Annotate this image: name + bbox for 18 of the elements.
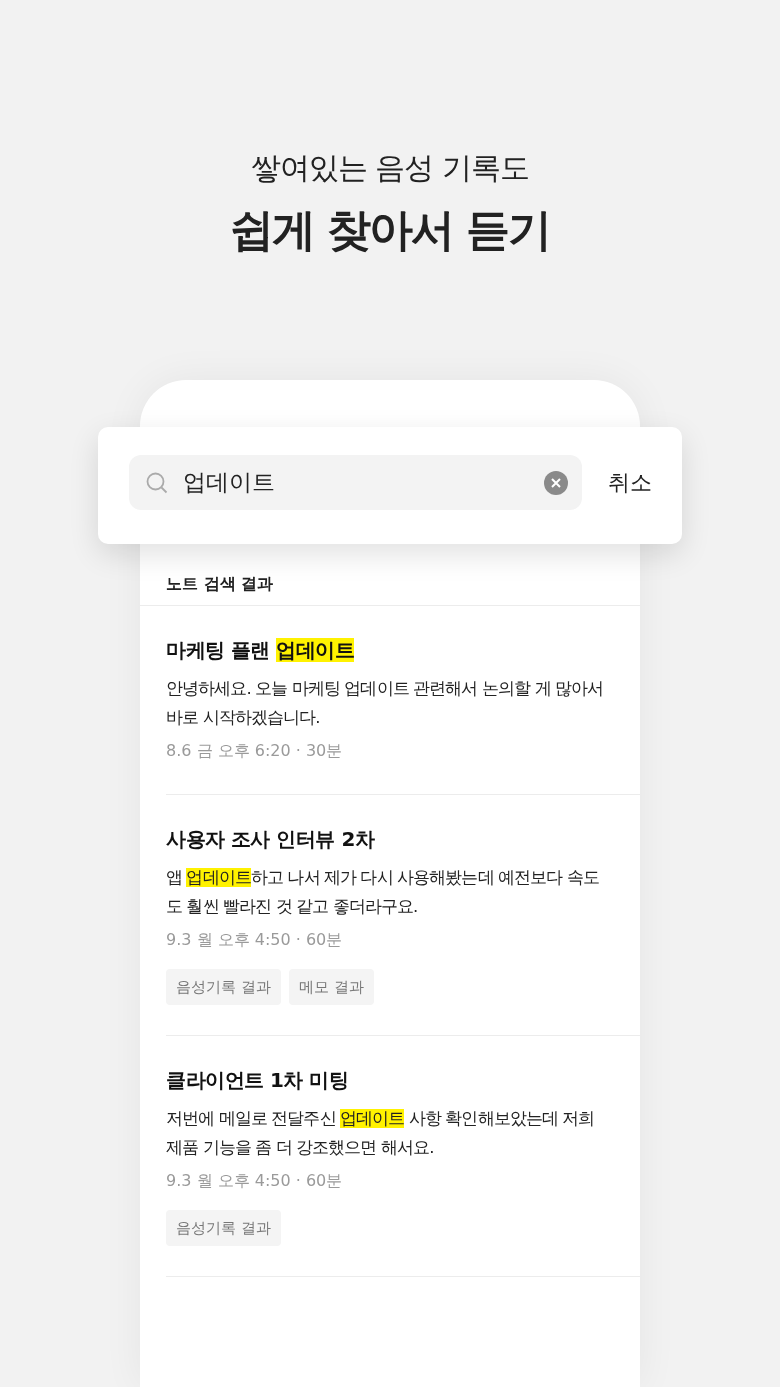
section-title: 노트 검색 결과	[166, 574, 274, 595]
note-meta: 9.3 월 오후 4:50 · 60분	[166, 929, 344, 951]
headline-title: 쉽게 찾아서 듣기	[229, 203, 551, 257]
note-snippet: 저번에 메일로 전달주신 업데이트 사항 확인해보았는데 저희 제품 기능을 좀 더 강조했으면 해서요.	[166, 1108, 596, 1159]
search-icon	[145, 470, 169, 495]
clear-icon[interactable]	[544, 470, 568, 495]
result-tag[interactable]: 메모 결과	[288, 969, 374, 1005]
cancel-button[interactable]: 취소	[608, 467, 652, 498]
note-title[interactable]: 사용자 조사 인터뷰 2차	[166, 823, 614, 855]
note-title[interactable]: 클라이언트 1차 미팅	[166, 1064, 614, 1096]
note-title[interactable]: 마케팅 플랜 업데이트	[166, 634, 614, 666]
headline-subtitle: 쌓여있는 음성 기록도	[250, 149, 530, 187]
note-snippet: 안녕하세요. 오늘 마케팅 업데이트 관련해서 논의할 게 많아서 바로 시작하겠습니다.	[166, 678, 605, 729]
note-meta: 8.6 금 오후 6:20 · 30분	[166, 740, 344, 762]
result-tag[interactable]: 음성기록 결과	[166, 969, 281, 1005]
search-field[interactable]: 업데이트	[129, 455, 582, 510]
note-meta: 9.3 월 오후 4:50 · 60분	[166, 1170, 344, 1192]
result-tag[interactable]: 음성기록 결과	[166, 1210, 281, 1246]
